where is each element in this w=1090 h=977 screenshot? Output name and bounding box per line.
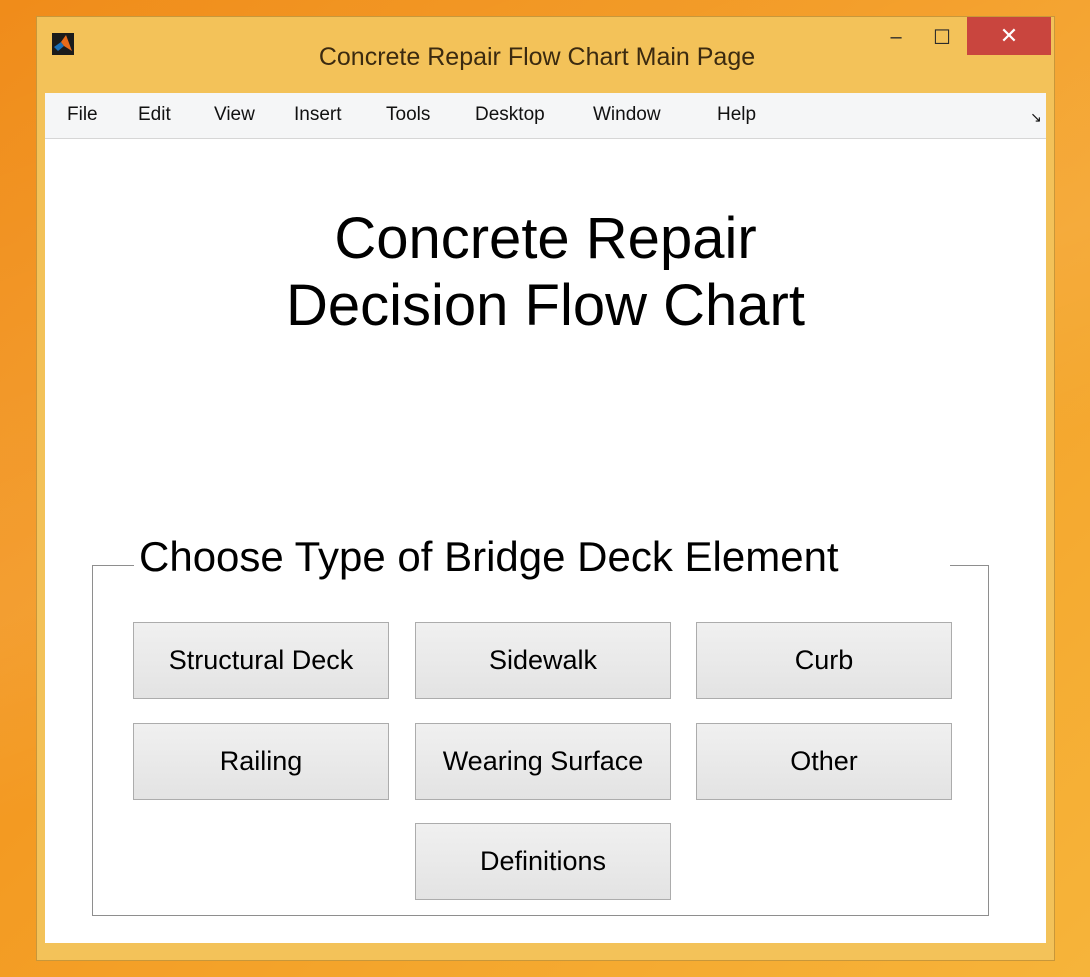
menu-file[interactable]: File — [67, 104, 98, 126]
curb-button[interactable]: Curb — [696, 622, 952, 699]
panel-border-right-segment — [950, 565, 989, 566]
definitions-button[interactable]: Definitions — [415, 823, 671, 900]
matlab-logo-icon — [52, 33, 74, 55]
railing-button[interactable]: Railing — [133, 723, 389, 800]
sidewalk-button[interactable]: Sidewalk — [415, 622, 671, 699]
menu-tools[interactable]: Tools — [386, 104, 430, 126]
app-window: Concrete Repair Flow Chart Main Page ‒ ☐… — [36, 16, 1055, 961]
menu-view[interactable]: View — [214, 104, 255, 126]
heading-line-1: Concrete Repair — [334, 206, 757, 271]
menu-window[interactable]: Window — [593, 104, 661, 126]
menu-insert[interactable]: Insert — [294, 104, 342, 126]
panel-border-left-segment — [92, 565, 134, 566]
menu-bar: File Edit View Insert Tools Desktop Wind… — [45, 93, 1046, 139]
wearing-surface-button[interactable]: Wearing Surface — [415, 723, 671, 800]
menu-expand-arrow-icon[interactable]: ↘ — [1030, 109, 1042, 126]
menu-desktop[interactable]: Desktop — [475, 104, 545, 126]
minimize-button[interactable]: ‒ — [873, 17, 919, 57]
figure-client-area: Concrete Repair Decision Flow Chart Choo… — [45, 139, 1046, 943]
title-bar[interactable]: Concrete Repair Flow Chart Main Page ‒ ☐… — [37, 17, 1054, 87]
menu-edit[interactable]: Edit — [138, 104, 171, 126]
structural-deck-button[interactable]: Structural Deck — [133, 622, 389, 699]
heading-line-2: Decision Flow Chart — [286, 273, 805, 338]
maximize-button[interactable]: ☐ — [919, 17, 965, 57]
close-button[interactable]: ✕ — [967, 17, 1051, 55]
window-title: Concrete Repair Flow Chart Main Page — [318, 43, 756, 71]
other-button[interactable]: Other — [696, 723, 952, 800]
page-heading: Concrete Repair Decision Flow Chart — [45, 205, 1046, 339]
menu-help[interactable]: Help — [717, 104, 756, 126]
element-group-title: Choose Type of Bridge Deck Element — [137, 533, 841, 581]
